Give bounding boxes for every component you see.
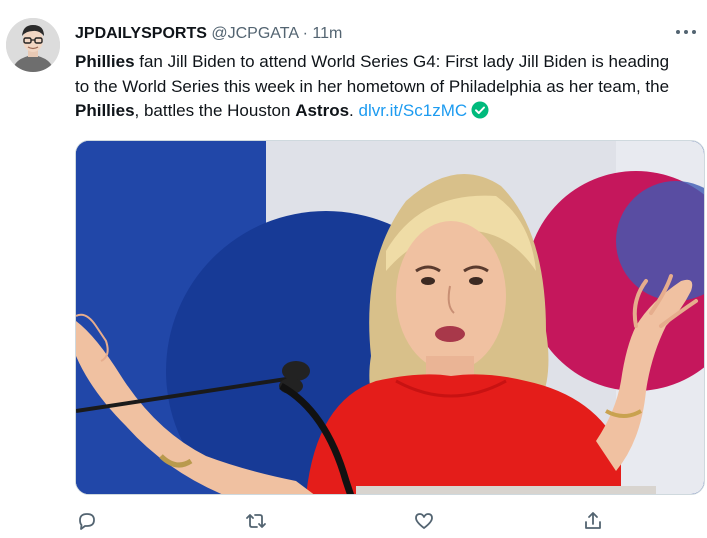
text-segment: Phillies xyxy=(75,101,135,120)
avatar-illustration xyxy=(6,18,60,72)
retweet-icon[interactable] xyxy=(245,510,267,532)
photo-illustration xyxy=(76,141,704,494)
timestamp[interactable]: 11m xyxy=(312,25,342,42)
separator: · xyxy=(302,25,308,42)
reply-icon[interactable] xyxy=(76,510,98,532)
like-icon[interactable] xyxy=(413,510,435,532)
avatar[interactable] xyxy=(6,18,60,72)
text-segment: Astros xyxy=(295,101,350,120)
tweet-header: JPDAILYSPORTS @JCPGATA · 11m xyxy=(75,25,342,43)
more-options-icon[interactable] xyxy=(675,24,697,38)
check-circle-icon xyxy=(471,101,489,119)
text-segment: fan Jill Biden to attend World Series G4… xyxy=(75,52,670,96)
text-segment: , battles the Houston xyxy=(134,101,296,120)
ellipsis-icon xyxy=(676,30,696,34)
tweet-text: Phillies fan Jill Biden to attend World … xyxy=(75,50,685,124)
tweet-actions xyxy=(0,510,707,538)
author-handle[interactable]: @JCPGATA xyxy=(211,25,298,42)
text-segment: . xyxy=(349,101,359,120)
text-segment: Phillies xyxy=(75,52,135,71)
tweet-link[interactable]: dlvr.it/Sc1zMC xyxy=(359,101,468,120)
author-name[interactable]: JPDAILYSPORTS xyxy=(75,25,207,42)
tweet-photo[interactable] xyxy=(75,140,705,495)
share-icon[interactable] xyxy=(582,510,604,532)
